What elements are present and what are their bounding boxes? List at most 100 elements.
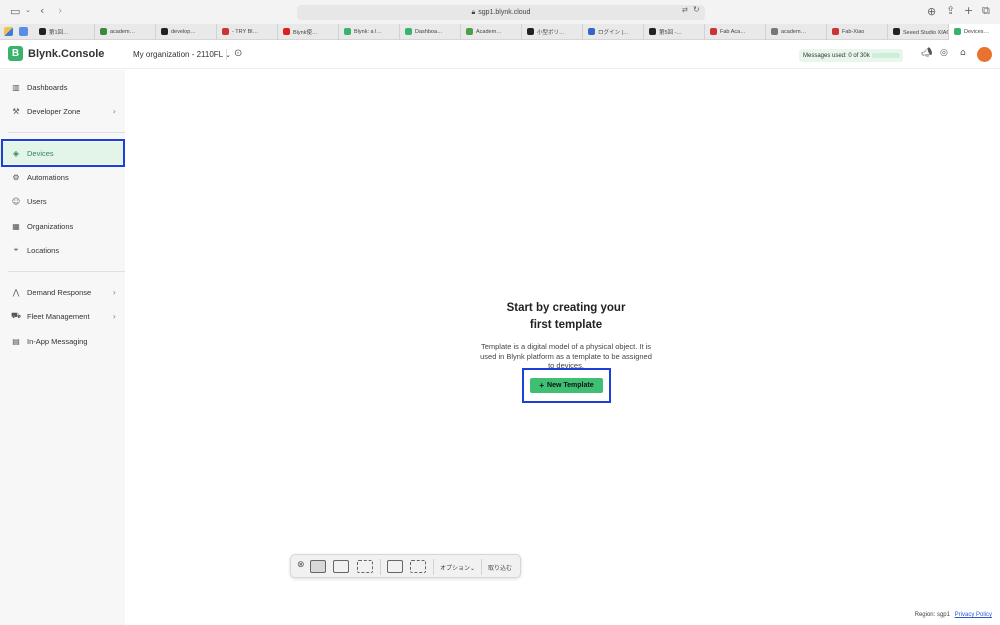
- address-bar[interactable]: 🔒︎ sgp1.blynk.cloud: [297, 5, 705, 20]
- share-icon[interactable]: ⇪: [946, 4, 955, 17]
- browser-tab[interactable]: Fab Aca…: [705, 23, 766, 40]
- privacy-policy-link[interactable]: Privacy Policy: [955, 612, 992, 618]
- sidebar-item-label: Demand Response: [27, 287, 92, 297]
- tab-apps-icon[interactable]: [19, 27, 28, 36]
- empty-state-title: Start by creating your first template: [466, 300, 666, 334]
- org-label: My organization - 2110FL: [133, 50, 223, 59]
- empty-state-description: Template is a digital model of a physica…: [480, 342, 652, 370]
- favicon-icon: [771, 28, 778, 35]
- sidebar-item-dashboards[interactable]: ▥ Dashboards: [0, 76, 125, 98]
- empty-state-title-line1: Start by creating your: [506, 302, 626, 314]
- tab-grid-icon[interactable]: [4, 27, 13, 36]
- browser-tab-label: Fab Aca…: [720, 28, 746, 35]
- record-screen-button[interactable]: [387, 560, 403, 573]
- sidebar-item-in-app-messaging[interactable]: ▤ In-App Messaging: [0, 330, 125, 352]
- close-icon[interactable]: ⊗: [297, 560, 305, 570]
- browser-tab-label: 第5回 -…: [659, 29, 682, 36]
- footer: Region: sgp1 Privacy Policy: [915, 612, 992, 618]
- chevron-right-icon: ›: [112, 287, 116, 297]
- help-icon[interactable]: ◎: [940, 48, 948, 58]
- record-selection-button[interactable]: [410, 560, 426, 573]
- browser-tab[interactable]: Seeed Studio XIAO ラー…: [888, 23, 949, 40]
- favicon-icon: [39, 28, 46, 35]
- browser-tab[interactable]: Devices…: [949, 23, 1000, 40]
- org-selector[interactable]: My organization - 2110FL ⌄: [133, 50, 231, 59]
- sidebar-item-users[interactable]: ☺︎ Users: [0, 190, 125, 212]
- messages-usage-badge[interactable]: Messages used: 0 of 30k: [799, 49, 903, 62]
- toolbar-divider: [380, 559, 381, 575]
- sidebar-item-organizations[interactable]: ▦ Organizations: [0, 215, 125, 237]
- reload-icon[interactable]: ↻: [693, 5, 700, 14]
- logo[interactable]: B Blynk.Console: [8, 46, 104, 61]
- browser-tab-label: academ…: [781, 28, 807, 35]
- gift-icon[interactable]: ⌂: [960, 48, 966, 58]
- browser-tab-label: ログイン |…: [598, 29, 629, 36]
- browser-tab[interactable]: Fab-Xiao: [827, 23, 888, 40]
- capture-selection-button[interactable]: [357, 560, 373, 573]
- sidebar-item-locations[interactable]: ⌖ Locations: [0, 239, 125, 261]
- sidebar-item-demand-response[interactable]: ⋀ Demand Response ›: [0, 281, 125, 303]
- browser-tab[interactable]: Dashboa…: [400, 23, 461, 40]
- sidebar-item-label: In-App Messaging: [27, 336, 88, 346]
- browser-tab[interactable]: 第5回 -…: [644, 23, 705, 40]
- browser-tab-label: 小型ボリ…: [537, 29, 565, 36]
- capture-window-button[interactable]: [310, 560, 326, 573]
- favicon-icon: [100, 28, 107, 35]
- announcement-icon[interactable]: 📣︎: [921, 48, 932, 58]
- building-icon: ▦: [12, 221, 20, 231]
- browser-tab[interactable]: develop…: [156, 23, 217, 40]
- browser-tab[interactable]: Blynk使…: [278, 23, 339, 40]
- message-icon: ▤: [12, 336, 20, 346]
- browser-tab-label: Blynk: a l…: [354, 28, 382, 35]
- region-label: Region: sgp1: [914, 612, 950, 618]
- new-template-highlight-box: [522, 368, 611, 403]
- browser-tab-label: Fab-Xiao: [842, 28, 865, 35]
- favicon-icon: [344, 28, 351, 35]
- lock-icon: 🔒︎: [471, 8, 476, 16]
- browser-tab[interactable]: 小型ボリ…: [522, 23, 583, 40]
- browser-tab[interactable]: Blynk: a l…: [339, 23, 400, 40]
- capture-screen-button[interactable]: [333, 560, 349, 573]
- favicon-icon: [588, 28, 595, 35]
- truck-icon: ⛟: [11, 311, 22, 320]
- org-settings-icon[interactable]: ⊙: [234, 48, 242, 59]
- browser-tab[interactable]: 第1回…: [34, 23, 95, 40]
- screenshot-toolbar: ⊗ オプション⌄ 取り込む: [290, 554, 521, 578]
- app-header: B Blynk.Console My organization - 2110FL…: [0, 41, 1000, 69]
- url-text: sgp1.blynk.cloud: [478, 9, 531, 16]
- translate-icon[interactable]: ⇄: [682, 6, 688, 14]
- capture-button[interactable]: 取り込む: [488, 563, 512, 572]
- sidebar-item-automations[interactable]: ⚙︎ Automations: [0, 166, 125, 188]
- sidebar-toggle-icon[interactable]: ▭: [10, 5, 20, 18]
- tab-overview-icon[interactable]: ⧉: [982, 4, 990, 18]
- sidebar-item-label: Dashboards: [27, 82, 68, 92]
- avatar[interactable]: [977, 47, 992, 62]
- back-icon[interactable]: ‹: [40, 4, 44, 17]
- chevron-down-icon[interactable]: ⌄: [25, 6, 31, 14]
- browser-tab-label: develop…: [171, 28, 196, 35]
- browser-tab[interactable]: - TRY Bl…: [217, 23, 278, 40]
- browser-tab[interactable]: Academ…: [461, 23, 522, 40]
- download-icon[interactable]: ⊕: [927, 5, 936, 18]
- sidebar-divider: [8, 132, 125, 133]
- forward-icon[interactable]: ›: [58, 4, 62, 17]
- sidebar-item-fleet-management[interactable]: ⛟ Fleet Management ›: [0, 305, 125, 327]
- sidebar-item-label: Developer Zone: [27, 106, 81, 116]
- chevron-right-icon: ›: [112, 311, 116, 321]
- sidebar-item-developer-zone[interactable]: ⚒︎ Developer Zone ›: [0, 100, 125, 122]
- favicon-icon: [893, 28, 900, 35]
- user-icon: ☺︎: [11, 196, 21, 206]
- automation-icon: ⚙︎: [12, 172, 20, 182]
- options-menu[interactable]: オプション⌄: [440, 563, 475, 572]
- browser-tab[interactable]: ログイン |…: [583, 23, 644, 40]
- browser-tab[interactable]: academ…: [766, 23, 827, 40]
- browser-tab-label: - TRY Bl…: [232, 28, 258, 35]
- favicon-icon: [710, 28, 717, 35]
- favicon-icon: [405, 28, 412, 35]
- favicon-icon: [222, 28, 229, 35]
- new-tab-icon[interactable]: +: [964, 4, 973, 17]
- header-divider: [226, 49, 227, 60]
- messages-usage-bar: [872, 53, 900, 58]
- favicon-icon: [527, 28, 534, 35]
- browser-tab[interactable]: academ…: [95, 23, 156, 40]
